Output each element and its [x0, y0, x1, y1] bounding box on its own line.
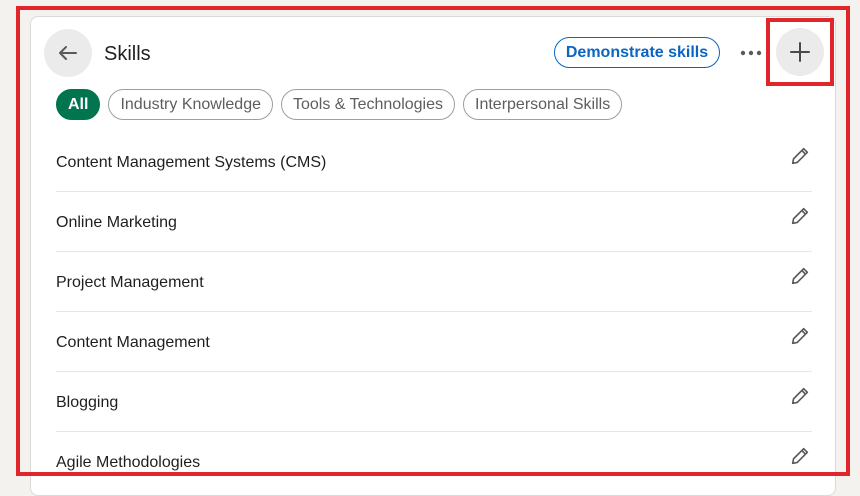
skill-name: Project Management	[56, 274, 204, 291]
skill-name: Agile Methodologies	[56, 454, 201, 471]
pencil-icon	[791, 447, 809, 465]
filter-tools-technologies[interactable]: Tools & Technologies	[280, 89, 456, 120]
list-item: Content Management	[56, 312, 812, 372]
pencil-icon	[791, 267, 809, 285]
plus-icon	[790, 42, 810, 62]
back-button[interactable]	[44, 29, 92, 77]
filter-industry-knowledge[interactable]: Industry Knowledge	[108, 89, 273, 120]
arrow-left-icon	[59, 46, 77, 60]
skill-name: Online Marketing	[56, 214, 177, 231]
pencil-icon	[791, 147, 809, 165]
demonstrate-skills-button[interactable]: Demonstrate skills	[554, 37, 720, 68]
add-skill-button[interactable]	[776, 28, 824, 76]
skill-name: Blogging	[56, 394, 119, 411]
list-item: Project Management	[56, 252, 812, 312]
ellipsis-icon	[740, 50, 762, 56]
more-options-button[interactable]	[736, 38, 766, 68]
page-title: Skills	[104, 43, 151, 65]
skill-name: Content Management Systems (CMS)	[56, 154, 327, 171]
pencil-icon	[791, 327, 809, 345]
edit-skill-button[interactable]	[788, 204, 812, 228]
filter-all[interactable]: All	[56, 89, 101, 120]
list-item: Online Marketing	[56, 192, 812, 252]
edit-skill-button[interactable]	[788, 144, 812, 168]
edit-skill-button[interactable]	[788, 444, 812, 468]
edit-skill-button[interactable]	[788, 324, 812, 348]
edit-skill-button[interactable]	[788, 384, 812, 408]
pencil-icon	[791, 207, 809, 225]
skill-name: Content Management	[56, 334, 210, 351]
filter-interpersonal-skills[interactable]: Interpersonal Skills	[463, 89, 623, 120]
edit-skill-button[interactable]	[788, 264, 812, 288]
list-item: Agile Methodologies	[56, 432, 812, 492]
list-item: Content Management Systems (CMS)	[56, 132, 812, 192]
pencil-icon	[791, 387, 809, 405]
skills-list: Content Management Systems (CMS) Online …	[56, 132, 812, 492]
skill-filter-bar: All Industry Knowledge Tools & Technolog…	[56, 89, 623, 120]
list-item: Blogging	[56, 372, 812, 432]
